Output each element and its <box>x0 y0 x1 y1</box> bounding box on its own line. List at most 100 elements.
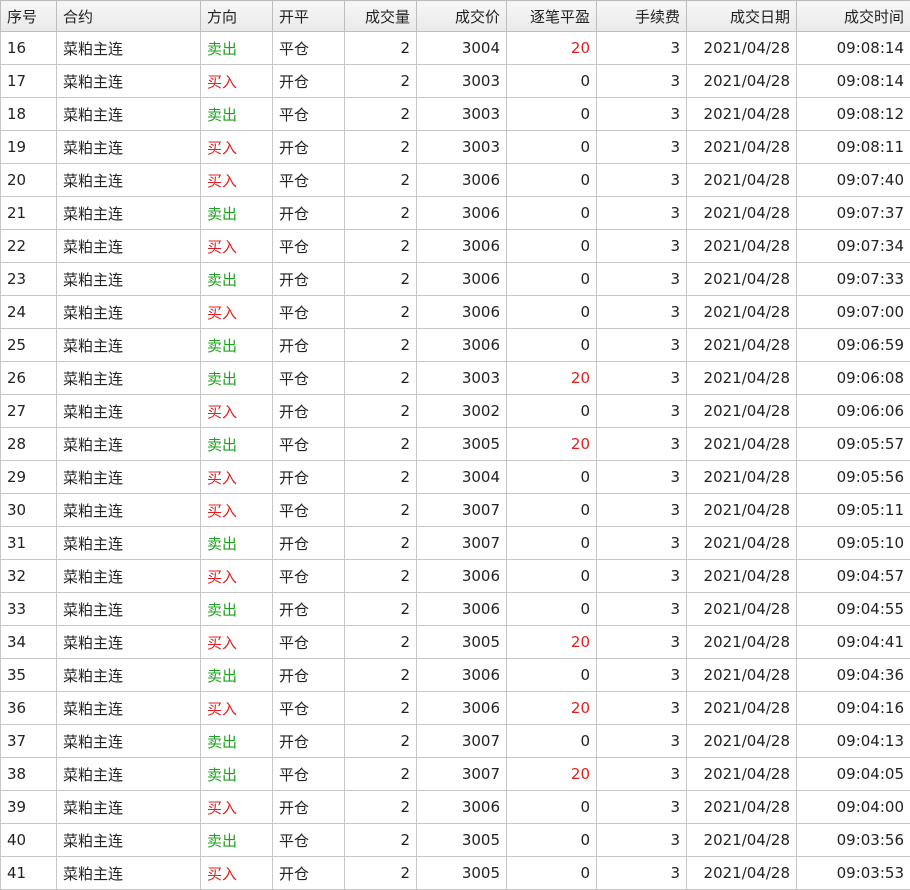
direction-cell: 买入 <box>201 65 273 98</box>
pnl-cell: 0 <box>507 791 597 824</box>
column-header-direction[interactable]: 方向 <box>201 1 273 32</box>
openclose-cell: 平仓 <box>273 824 345 857</box>
price-cell: 3006 <box>417 296 507 329</box>
price-cell: 3007 <box>417 758 507 791</box>
contract-cell: 菜粕主连 <box>57 263 201 296</box>
fee-cell: 3 <box>597 98 687 131</box>
column-header-fee[interactable]: 手续费 <box>597 1 687 32</box>
openclose-cell: 开仓 <box>273 461 345 494</box>
time-cell: 09:04:05 <box>797 758 910 791</box>
volume-cell: 2 <box>345 230 417 263</box>
table-row[interactable]: 23菜粕主连卖出开仓23006032021/04/2809:07:33 <box>1 263 910 296</box>
contract-cell: 菜粕主连 <box>57 32 201 65</box>
pnl-cell: 20 <box>507 362 597 395</box>
column-header-price[interactable]: 成交价 <box>417 1 507 32</box>
seq-cell: 29 <box>1 461 57 494</box>
direction-cell: 买入 <box>201 626 273 659</box>
openclose-cell: 平仓 <box>273 362 345 395</box>
date-cell: 2021/04/28 <box>687 98 797 131</box>
table-row[interactable]: 35菜粕主连卖出开仓23006032021/04/2809:04:36 <box>1 659 910 692</box>
table-row[interactable]: 33菜粕主连卖出开仓23006032021/04/2809:04:55 <box>1 593 910 626</box>
fee-cell: 3 <box>597 197 687 230</box>
date-cell: 2021/04/28 <box>687 164 797 197</box>
time-cell: 09:08:11 <box>797 131 910 164</box>
table-row[interactable]: 25菜粕主连卖出开仓23006032021/04/2809:06:59 <box>1 329 910 362</box>
table-row[interactable]: 39菜粕主连买入开仓23006032021/04/2809:04:00 <box>1 791 910 824</box>
date-cell: 2021/04/28 <box>687 692 797 725</box>
date-cell: 2021/04/28 <box>687 230 797 263</box>
table-row[interactable]: 24菜粕主连买入平仓23006032021/04/2809:07:00 <box>1 296 910 329</box>
table-row[interactable]: 31菜粕主连卖出开仓23007032021/04/2809:05:10 <box>1 527 910 560</box>
volume-cell: 2 <box>345 461 417 494</box>
pnl-cell: 0 <box>507 857 597 890</box>
table-row[interactable]: 19菜粕主连买入开仓23003032021/04/2809:08:11 <box>1 131 910 164</box>
volume-cell: 2 <box>345 824 417 857</box>
seq-cell: 21 <box>1 197 57 230</box>
table-row[interactable]: 38菜粕主连卖出平仓230072032021/04/2809:04:05 <box>1 758 910 791</box>
date-cell: 2021/04/28 <box>687 494 797 527</box>
time-cell: 09:04:00 <box>797 791 910 824</box>
column-header-volume[interactable]: 成交量 <box>345 1 417 32</box>
contract-cell: 菜粕主连 <box>57 593 201 626</box>
date-cell: 2021/04/28 <box>687 329 797 362</box>
table-row[interactable]: 27菜粕主连买入开仓23002032021/04/2809:06:06 <box>1 395 910 428</box>
table-row[interactable]: 36菜粕主连买入平仓230062032021/04/2809:04:16 <box>1 692 910 725</box>
date-cell: 2021/04/28 <box>687 32 797 65</box>
column-header-time[interactable]: 成交时间 <box>797 1 910 32</box>
contract-cell: 菜粕主连 <box>57 428 201 461</box>
fee-cell: 3 <box>597 65 687 98</box>
column-header-pnl[interactable]: 逐笔平盈 <box>507 1 597 32</box>
pnl-cell: 20 <box>507 758 597 791</box>
fee-cell: 3 <box>597 131 687 164</box>
volume-cell: 2 <box>345 65 417 98</box>
time-cell: 09:06:08 <box>797 362 910 395</box>
table-row[interactable]: 40菜粕主连卖出平仓23005032021/04/2809:03:56 <box>1 824 910 857</box>
pnl-cell: 0 <box>507 824 597 857</box>
openclose-cell: 平仓 <box>273 164 345 197</box>
table-row[interactable]: 20菜粕主连买入平仓23006032021/04/2809:07:40 <box>1 164 910 197</box>
time-cell: 09:04:36 <box>797 659 910 692</box>
time-cell: 09:05:57 <box>797 428 910 461</box>
time-cell: 09:04:16 <box>797 692 910 725</box>
volume-cell: 2 <box>345 857 417 890</box>
openclose-cell: 平仓 <box>273 692 345 725</box>
openclose-cell: 平仓 <box>273 758 345 791</box>
column-header-contract[interactable]: 合约 <box>57 1 201 32</box>
table-row[interactable]: 41菜粕主连买入开仓23005032021/04/2809:03:53 <box>1 857 910 890</box>
openclose-cell: 开仓 <box>273 329 345 362</box>
price-cell: 3007 <box>417 725 507 758</box>
table-row[interactable]: 22菜粕主连买入平仓23006032021/04/2809:07:34 <box>1 230 910 263</box>
table-row[interactable]: 34菜粕主连买入平仓230052032021/04/2809:04:41 <box>1 626 910 659</box>
contract-cell: 菜粕主连 <box>57 296 201 329</box>
direction-cell: 卖出 <box>201 263 273 296</box>
openclose-cell: 开仓 <box>273 263 345 296</box>
contract-cell: 菜粕主连 <box>57 197 201 230</box>
table-row[interactable]: 26菜粕主连卖出平仓230032032021/04/2809:06:08 <box>1 362 910 395</box>
table-row[interactable]: 37菜粕主连卖出开仓23007032021/04/2809:04:13 <box>1 725 910 758</box>
date-cell: 2021/04/28 <box>687 527 797 560</box>
fee-cell: 3 <box>597 758 687 791</box>
volume-cell: 2 <box>345 494 417 527</box>
openclose-cell: 开仓 <box>273 857 345 890</box>
table-row[interactable]: 28菜粕主连卖出平仓230052032021/04/2809:05:57 <box>1 428 910 461</box>
table-row[interactable]: 16菜粕主连卖出平仓230042032021/04/2809:08:14 <box>1 32 910 65</box>
pnl-cell: 0 <box>507 263 597 296</box>
column-header-seq[interactable]: 序号 <box>1 1 57 32</box>
table-row[interactable]: 17菜粕主连买入开仓23003032021/04/2809:08:14 <box>1 65 910 98</box>
pnl-cell: 0 <box>507 725 597 758</box>
pnl-cell: 20 <box>507 32 597 65</box>
table-row[interactable]: 21菜粕主连卖出开仓23006032021/04/2809:07:37 <box>1 197 910 230</box>
column-header-date[interactable]: 成交日期 <box>687 1 797 32</box>
pnl-cell: 0 <box>507 296 597 329</box>
table-row[interactable]: 18菜粕主连卖出平仓23003032021/04/2809:08:12 <box>1 98 910 131</box>
date-cell: 2021/04/28 <box>687 791 797 824</box>
openclose-cell: 开仓 <box>273 65 345 98</box>
table-row[interactable]: 29菜粕主连买入开仓23004032021/04/2809:05:56 <box>1 461 910 494</box>
column-header-openclose[interactable]: 开平 <box>273 1 345 32</box>
price-cell: 3005 <box>417 824 507 857</box>
table-row[interactable]: 30菜粕主连买入平仓23007032021/04/2809:05:11 <box>1 494 910 527</box>
table-row[interactable]: 32菜粕主连买入平仓23006032021/04/2809:04:57 <box>1 560 910 593</box>
time-cell: 09:08:12 <box>797 98 910 131</box>
volume-cell: 2 <box>345 692 417 725</box>
time-cell: 09:06:59 <box>797 329 910 362</box>
